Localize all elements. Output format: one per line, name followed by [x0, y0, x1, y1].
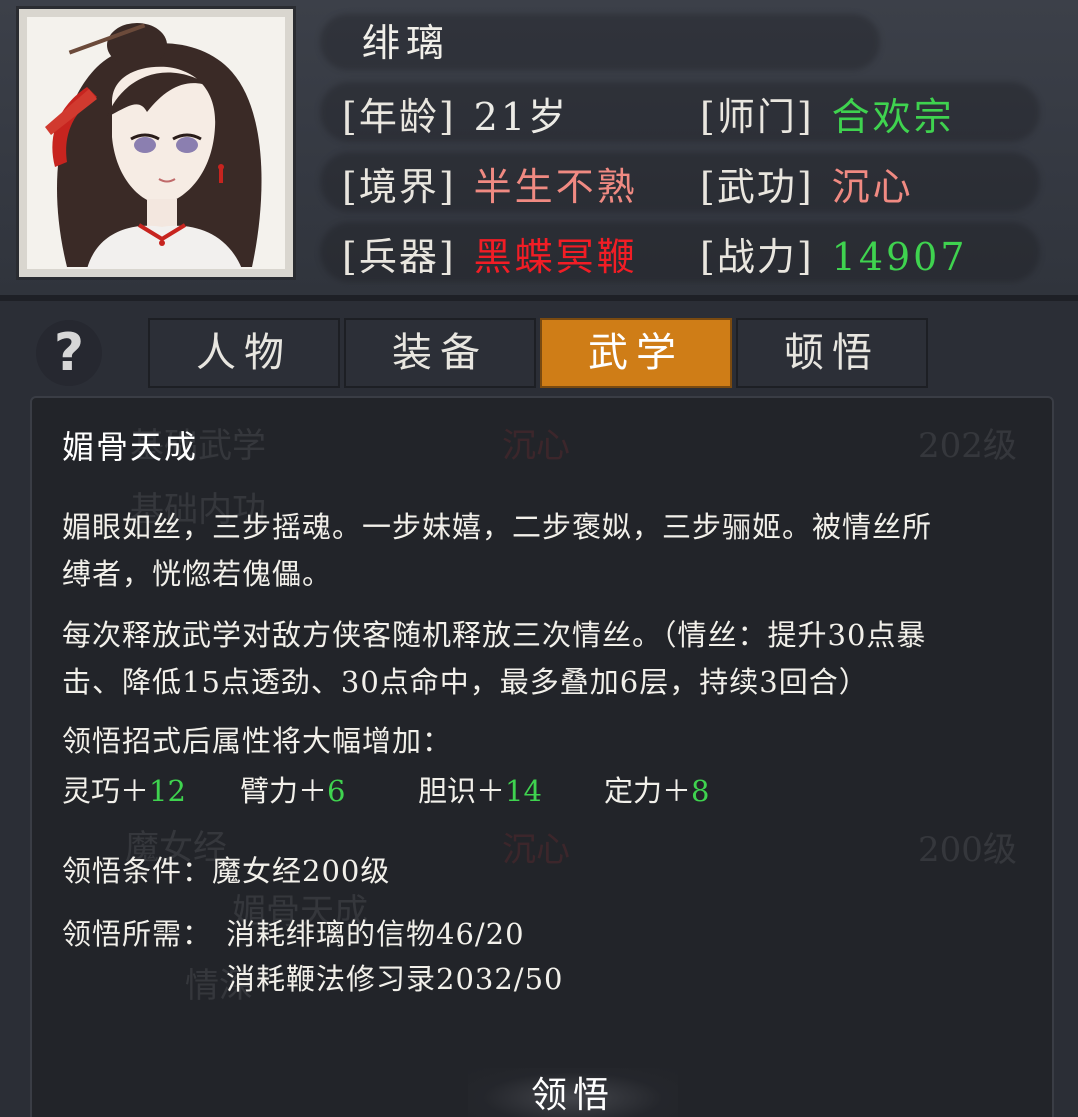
tab-enlightenment[interactable]: 顿悟 [736, 318, 928, 388]
power-value: 14907 [831, 235, 968, 279]
portrait-image [27, 17, 285, 269]
character-header: 绯璃 [年龄] 21岁 [师门] 合欢宗 [境界] 半生不熟 [武功] 沉心 [兵器] 黑… [0, 0, 1078, 298]
character-screen: 绯璃 [年龄] 21岁 [师门] 合欢宗 [境界] 半生不熟 [武功] 沉心 [兵器] 黑… [0, 0, 1078, 1117]
requirement-item: 消耗绯璃的信物46/20 [226, 917, 525, 951]
bg-skill-level: 202级 [918, 426, 1017, 466]
stat-courage: 胆识＋14 [418, 774, 542, 808]
stat-agility: 灵巧＋12 [62, 774, 186, 808]
realm-value: 半生不熟 [473, 165, 638, 209]
stat-strength: 臂力＋6 [240, 774, 346, 808]
skill-description: 媚眼如丝，三步摇魂。一步妹嬉，二步褒姒，三步骊姬。被情丝所 [62, 510, 933, 544]
question-icon: ? [53, 323, 85, 383]
skill-effect: 每次释放武学对敌方侠客随机释放三次情丝。（情丝：提升30点暴 [62, 618, 927, 652]
realm-attr: [境界] 半生不熟 [342, 156, 638, 211]
character-portrait [16, 6, 296, 280]
tab-equipment[interactable]: 装备 [344, 318, 536, 388]
age-value: 21岁 [473, 95, 570, 139]
weapon-attr: [兵器] 黑蝶冥鞭 [342, 226, 638, 281]
weapon-label: [兵器] [342, 235, 456, 279]
bg-skill-type: 沉心 [502, 830, 570, 870]
requirement-item: 消耗鞭法修习录2032/50 [226, 962, 564, 996]
tab-martial-arts[interactable]: 武学 [540, 318, 732, 388]
martial-label: [武功] [700, 165, 814, 209]
sect-value: 合欢宗 [831, 95, 955, 139]
martial-attr: [武功] 沉心 [700, 156, 914, 211]
power-attr: [战力] 14907 [700, 226, 968, 281]
age-label: [年龄] [342, 95, 456, 139]
stat-composure: 定力＋8 [604, 774, 710, 808]
weapon-value[interactable]: 黑蝶冥鞭 [474, 235, 638, 279]
header-divider [0, 295, 1078, 301]
character-name: 绯璃 [362, 21, 451, 65]
skill-title: 媚骨天成 [62, 428, 199, 466]
bg-skill-level: 200级 [918, 830, 1017, 870]
tab-character[interactable]: 人物 [148, 318, 340, 388]
help-button[interactable]: ? [36, 320, 102, 386]
bonus-header: 领悟招式后属性将大幅增加： [62, 724, 453, 758]
age-attr: [年龄] 21岁 [342, 86, 569, 141]
skill-effect: 击、降低15点透劲、30点命中，最多叠加6层，持续3回合） [62, 665, 869, 699]
power-label: [战力] [700, 235, 814, 279]
requirement-label: 领悟所需： [62, 917, 213, 951]
learn-condition: 领悟条件：魔女经200级 [62, 854, 391, 888]
realm-label: [境界] [342, 165, 456, 209]
learn-button[interactable]: 领悟 [468, 1068, 678, 1117]
martial-value: 沉心 [831, 165, 914, 209]
sect-attr: [师门] 合欢宗 [700, 86, 955, 141]
bg-skill-type: 沉心 [502, 426, 570, 466]
sect-label: [师门] [700, 95, 814, 139]
skill-description: 缚者，恍惚若傀儡。 [62, 557, 333, 591]
